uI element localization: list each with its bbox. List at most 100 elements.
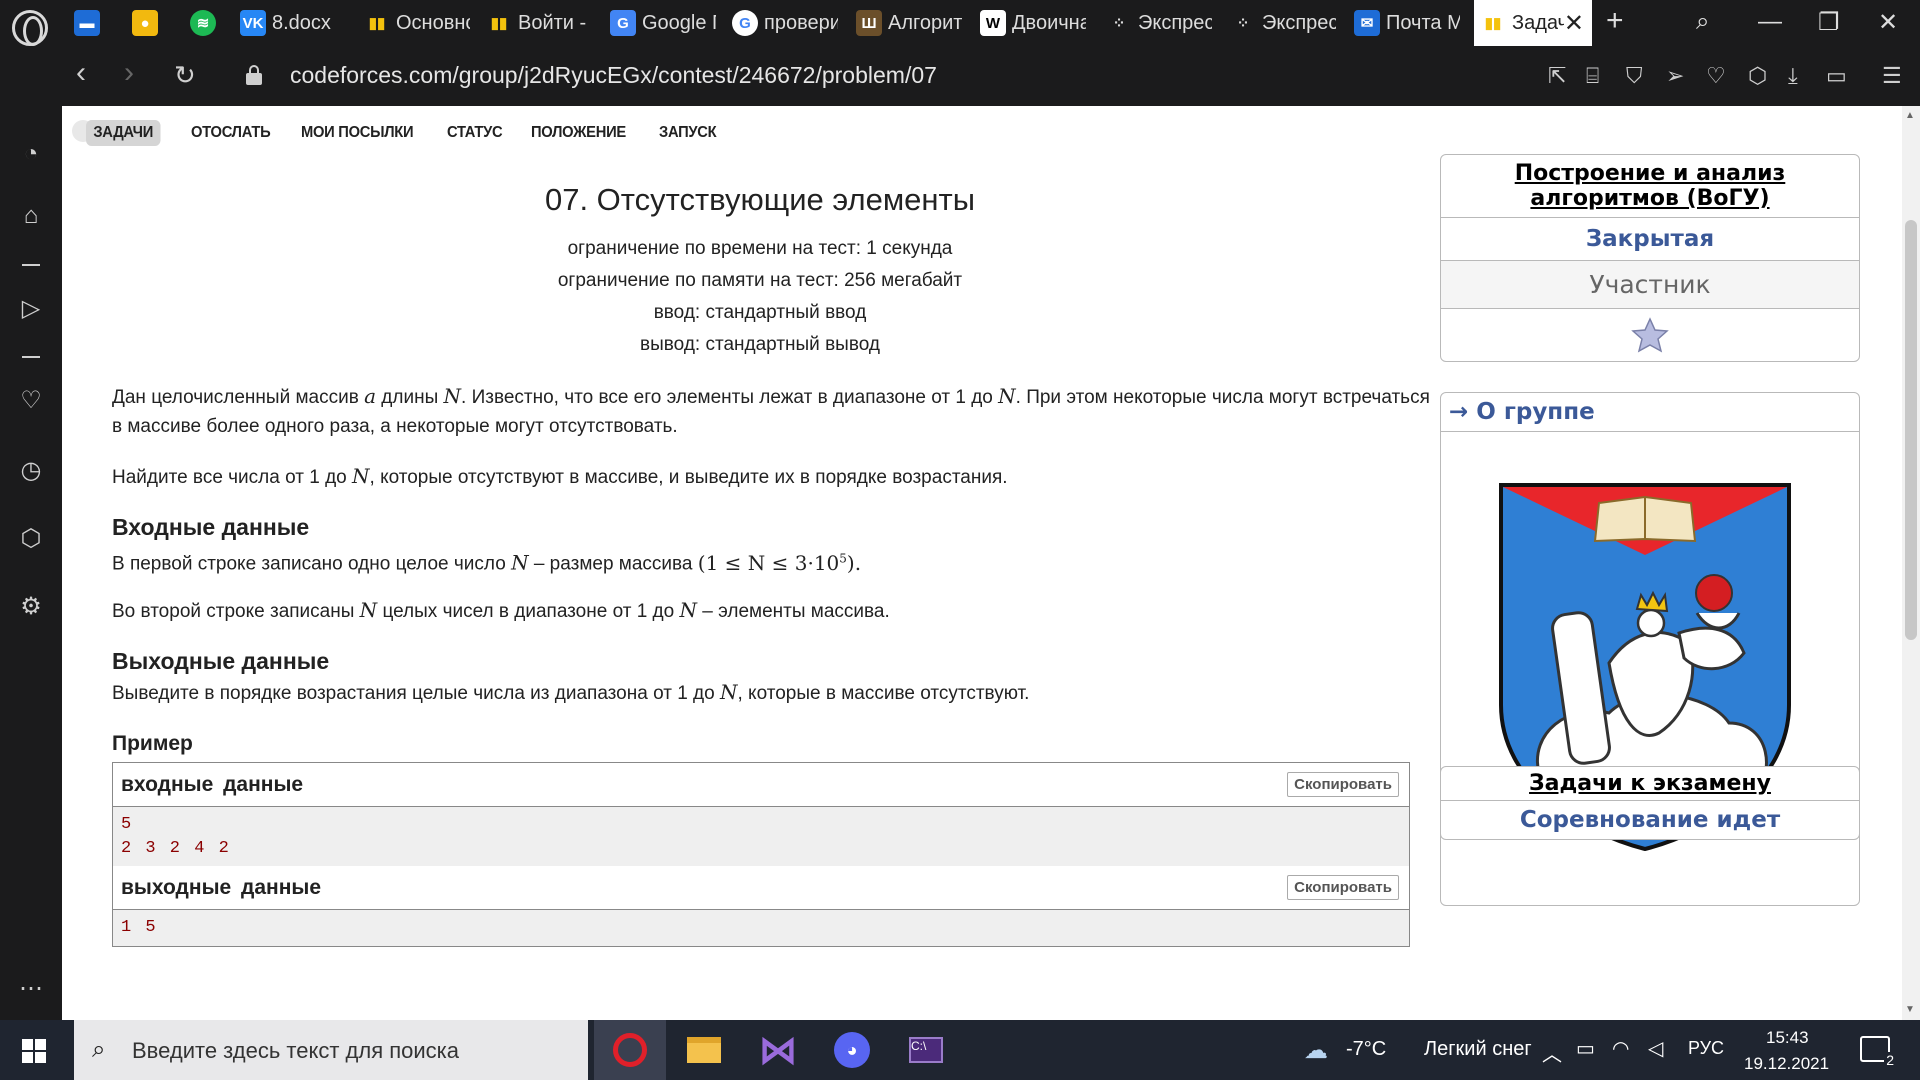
tab-vk[interactable]: VK 8.docx bbox=[240, 0, 358, 46]
workspace-icon[interactable]: ⌂ bbox=[17, 202, 45, 230]
tab-speed-dial-2[interactable]: ⁘ Экспрес bbox=[1230, 0, 1336, 46]
notifications-icon[interactable]: 2 bbox=[1860, 1036, 1896, 1068]
sidebar-divider bbox=[22, 356, 40, 358]
taskbar-visual-studio[interactable]: ⋈ bbox=[742, 1020, 814, 1080]
download-icon[interactable]: ⤓ bbox=[1788, 63, 1798, 89]
language-indicator[interactable]: РУС bbox=[1688, 1038, 1724, 1059]
scroll-up-icon[interactable]: ▲ bbox=[1905, 110, 1915, 121]
constraint-formula: (1 ≤ N ≤ 3·105). bbox=[697, 550, 862, 575]
more-icon[interactable]: ⋯ bbox=[17, 974, 45, 1002]
tab-codeforces-2[interactable]: ▮▮ Войти - ( bbox=[486, 0, 592, 46]
visual-studio-icon: ⋈ bbox=[759, 1029, 797, 1072]
sample-input-box: входные данные Скопировать 5 2 3 2 4 2 bbox=[112, 762, 1410, 868]
weather-temperature[interactable]: -7°C bbox=[1346, 1038, 1386, 1061]
settings-icon[interactable]: ⚙ bbox=[17, 592, 45, 620]
tab-wikipedia[interactable]: W Двоична bbox=[980, 0, 1086, 46]
tab-google-translate[interactable]: GGoogle П bbox=[610, 0, 716, 46]
weather-icon[interactable]: ☁ bbox=[1304, 1036, 1328, 1065]
search-placeholder: Введите здесь текст для поиска bbox=[132, 1038, 460, 1063]
menu-status[interactable]: СТАТУС bbox=[447, 124, 503, 142]
group-title-link[interactable]: Построение и анализ алгоритмов (ВоГУ) bbox=[1441, 155, 1859, 218]
player-icon[interactable]: ▷ bbox=[17, 294, 45, 322]
taskbar-discord[interactable]: ◕ bbox=[816, 1020, 888, 1080]
discord-icon: ◕ bbox=[834, 1032, 870, 1068]
google-icon: G bbox=[732, 10, 758, 36]
sample-output-title: выходные данные bbox=[121, 876, 322, 899]
minimize-icon[interactable]: — bbox=[1758, 8, 1782, 36]
heart-icon[interactable]: ♡ bbox=[1706, 63, 1726, 89]
page-scrollbar-thumb[interactable] bbox=[1905, 220, 1917, 640]
taskbar-terminal[interactable]: C:\ bbox=[890, 1020, 962, 1080]
taskbar-explorer[interactable] bbox=[668, 1020, 740, 1080]
about-group-link[interactable]: → О группе bbox=[1441, 393, 1859, 432]
exam-title-link[interactable]: Задачи к экзамену bbox=[1441, 767, 1859, 801]
input-paragraph-2: Во второй строке записаны N целых чисел … bbox=[112, 598, 890, 622]
weather-description[interactable]: Легкий снег bbox=[1424, 1038, 1532, 1061]
favourite-star-icon[interactable] bbox=[1441, 309, 1859, 361]
back-icon[interactable]: ‹ bbox=[76, 58, 86, 88]
windows-start-icon[interactable] bbox=[22, 1039, 46, 1063]
shield-icon[interactable]: ⛉ bbox=[1626, 63, 1643, 89]
folder-icon bbox=[687, 1037, 721, 1063]
share-icon[interactable]: ⇱ bbox=[1548, 63, 1566, 89]
history-icon[interactable]: ◷ bbox=[17, 456, 45, 484]
page-content: ЗАДАЧИ ОТОСЛАТЬ МОИ ПОСЫЛКИ СТАТУС ПОЛОЖ… bbox=[62, 106, 1902, 1020]
tab-speed-dial-1[interactable]: ⁘ Экспрес bbox=[1106, 0, 1212, 46]
battery-icon[interactable]: ▭ bbox=[1826, 63, 1847, 89]
restore-icon[interactable]: ❐ bbox=[1818, 8, 1840, 37]
sidebar-divider bbox=[22, 264, 40, 266]
sample-input-header: входные данные Скопировать bbox=[113, 763, 1409, 807]
problem-title: 07. Отсутствующие элементы bbox=[544, 182, 976, 217]
menu-standings[interactable]: ПОЛОЖЕНИЕ bbox=[531, 124, 626, 142]
volume-icon[interactable]: ◁ bbox=[1648, 1036, 1663, 1061]
chart-icon: ▮▮ bbox=[368, 15, 386, 32]
taskbar-search[interactable]: ⌕ Введите здесь текст для поиска bbox=[74, 1020, 588, 1080]
speed-dial-icon[interactable]: ◔ bbox=[17, 140, 45, 168]
mail-icon: ✉ bbox=[1354, 10, 1380, 36]
time-limit: ограничение по времени на тест: 1 секунд… bbox=[567, 238, 953, 259]
input-section-title: Входные данные bbox=[112, 514, 310, 540]
wifi-icon[interactable]: ◠ bbox=[1612, 1036, 1629, 1061]
tab-google-search[interactable]: Gпровери bbox=[732, 0, 838, 46]
taskbar-opera[interactable] bbox=[594, 1020, 666, 1080]
close-tab-icon[interactable]: ✕ bbox=[1564, 9, 1584, 38]
clock-date[interactable]: 19.12.2021 bbox=[1744, 1054, 1829, 1074]
tab-notes[interactable]: ● bbox=[132, 0, 188, 46]
tab-algorithms[interactable]: ШАлгоритм bbox=[856, 0, 962, 46]
address-bar: ‹ › ↻ codeforces.com/group/j2dRyucEGx/co… bbox=[62, 46, 1920, 106]
menu-submit[interactable]: ОТОСЛАТЬ bbox=[191, 124, 271, 142]
menu-my-submissions[interactable]: МОИ ПОСЫЛКИ bbox=[301, 124, 414, 142]
easy-setup-icon[interactable]: ☰ bbox=[1882, 63, 1902, 89]
menu-problems[interactable]: ЗАДАЧИ bbox=[86, 120, 161, 146]
tab-spotify[interactable]: ≋ bbox=[190, 0, 246, 46]
bookmarks-icon[interactable]: ♡ bbox=[17, 386, 45, 414]
forward-icon[interactable]: › bbox=[124, 58, 134, 88]
send-icon[interactable]: ➢ bbox=[1666, 63, 1684, 89]
exam-status: Соревнование идет bbox=[1519, 807, 1781, 833]
clock-time[interactable]: 15:43 bbox=[1766, 1028, 1809, 1048]
battery-tray-icon[interactable]: ▭ bbox=[1576, 1036, 1595, 1061]
opera-icon bbox=[613, 1033, 647, 1067]
cube-icon[interactable]: ⬡ bbox=[1748, 63, 1767, 89]
snapshot-icon[interactable]: ⌸ bbox=[1586, 63, 1599, 89]
url-field[interactable]: codeforces.com/group/j2dRyucEGx/contest/… bbox=[290, 62, 937, 89]
search-icon: ⌕ bbox=[92, 1036, 106, 1063]
contest-menu: ЗАДАЧИ ОТОСЛАТЬ МОИ ПОСЫЛКИ СТАТУС ПОЛОЖ… bbox=[86, 120, 745, 146]
close-window-icon[interactable]: ✕ bbox=[1878, 8, 1898, 37]
reload-icon[interactable]: ↻ bbox=[174, 60, 196, 90]
tab-codeforces-1[interactable]: ▮▮ Основно bbox=[364, 0, 470, 46]
menu-custom-invocation[interactable]: ЗАПУСК bbox=[659, 124, 717, 142]
sample-output-content: 1 5 bbox=[113, 910, 1409, 946]
copy-output-button[interactable]: Скопировать bbox=[1287, 875, 1399, 900]
tab-mail[interactable]: ✉ Почта M bbox=[1354, 0, 1460, 46]
search-tabs-icon[interactable]: ⌕ bbox=[1696, 8, 1709, 36]
tab-problem-active[interactable]: ▮▮ Задач ✕ bbox=[1474, 0, 1592, 46]
tray-chevron-icon[interactable]: ︿ bbox=[1542, 1038, 1562, 1067]
copy-input-button[interactable]: Скопировать bbox=[1287, 772, 1399, 797]
new-tab-icon[interactable]: + bbox=[1606, 4, 1624, 38]
extensions-icon[interactable]: ⬡ bbox=[17, 524, 45, 552]
translate-icon: G bbox=[610, 10, 636, 36]
scroll-down-icon[interactable]: ▼ bbox=[1905, 1004, 1915, 1015]
tab-messenger[interactable]: ▬ bbox=[74, 0, 130, 46]
opera-menu-icon[interactable] bbox=[12, 10, 48, 46]
